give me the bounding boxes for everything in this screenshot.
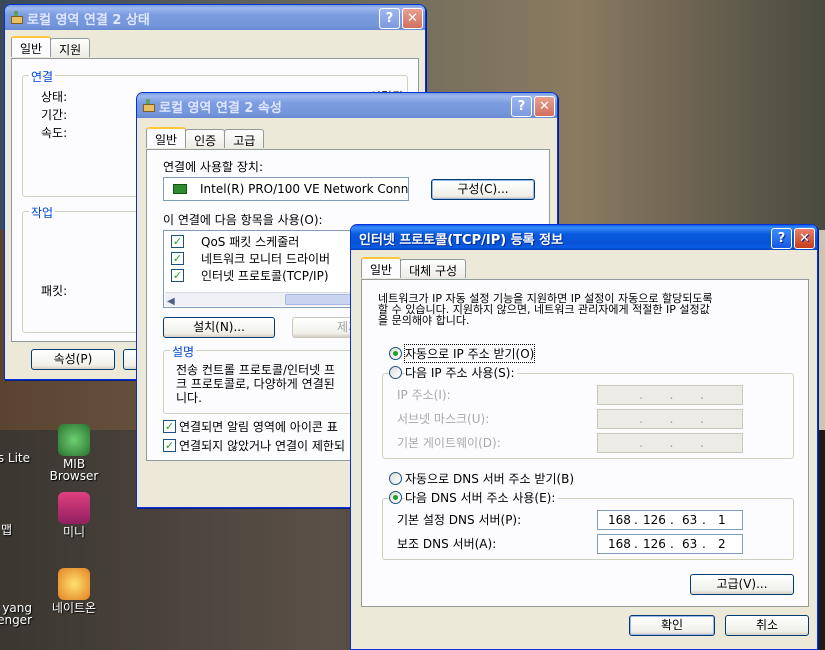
close-button[interactable]: ✕ [402,8,423,29]
preferred-dns-label: 기본 설정 DNS 서버(P): [397,513,522,527]
close-button[interactable]: ✕ [794,228,815,249]
alternate-dns-label: 보조 DNS 서버(A): [397,537,497,551]
packets-label: 패킷: [41,284,68,298]
tab-alternate-configuration[interactable]: 대체 구성 [400,259,467,278]
status-label: 상태: [41,90,68,104]
item-checkbox[interactable]: ✓ [171,235,184,248]
auto-dns-radio[interactable] [389,472,402,485]
desktop-icon-nateon[interactable]: 네이트온 [38,568,110,614]
network-connection-icon [9,10,23,24]
ok-button[interactable]: 확인 [629,615,715,636]
description-line-3: 니다. [176,391,202,405]
item-checkbox[interactable]: ✓ [171,252,184,265]
cancel-button[interactable]: 취소 [725,615,809,636]
alternate-dns-octet-4: 2 [718,537,726,551]
preferred-dns-octet-3: 63 [682,513,698,527]
mini-icon [58,492,90,524]
close-button[interactable]: ✕ [534,96,555,117]
manual-dns-label: 다음 DNS 서버 주소 사용(E): [405,489,559,506]
alternate-dns-field[interactable]: 168 . 126 . 63 . 2 [597,534,743,554]
speed-label: 속도: [41,126,68,140]
alternate-dns-octet-2: 126 [643,537,666,551]
network-connection-icon [141,98,155,112]
auto-ip-radio[interactable] [389,347,402,360]
tab-general[interactable]: 일반 [146,127,187,148]
manual-dns-group: 다음 DNS 서버 주소 사용(E): 기본 설정 DNS 서버(P): 168… [382,489,794,560]
subnet-mask-label: 서브넷 마스크(U): [397,412,490,426]
tab-authentication[interactable]: 인증 [185,129,226,148]
tab-general[interactable]: 일반 [11,36,52,57]
notify-limited-label: 연결되지 않았거나 연결이 제한되 [179,439,346,453]
show-icon-checkbox[interactable]: ✓ [163,420,176,433]
tab-advanced[interactable]: 고급 [224,129,265,148]
auto-dns-label: 자동으로 DNS 서버 주소 받기(B) [405,472,575,486]
preferred-dns-field[interactable]: 168 . 126 . 63 . 1 [597,510,743,530]
scroll-left-icon[interactable]: ◀ [167,293,175,307]
properties-window-titlebar[interactable]: 로컬 영역 연결 2 속성 ? ✕ [137,93,557,118]
tab-support[interactable]: 지원 [50,38,91,57]
help-button[interactable]: ? [511,96,532,117]
desktop-icon-mini[interactable]: 미니 [38,492,110,538]
ip-address-field[interactable]: . . . [597,385,743,405]
alternate-dns-octet-1: 168 [608,537,631,551]
tcpip-window-titlebar[interactable]: 인터넷 프로토콜(TCP/IP) 등록 정보 ? ✕ [351,225,817,250]
show-icon-label: 연결되면 알림 영역에 아이콘 표 [179,420,338,434]
help-button[interactable]: ? [379,8,400,29]
preferred-dns-octet-2: 126 [643,513,666,527]
advanced-button[interactable]: 고급(V)... [690,574,794,595]
desktop-icon-mon-lite[interactable]: MON s Lite [0,452,30,464]
default-gateway-label: 기본 게이트웨이(D): [397,436,501,450]
duration-label: 기간: [41,108,68,122]
manual-ip-group: 다음 IP 주소 사용(S): IP 주소(I): . . . 서브넷 마스크(… [382,364,794,459]
alternate-dns-octet-3: 63 [682,537,698,551]
install-button[interactable]: 설치(N)... [163,317,275,338]
manual-ip-radio[interactable] [389,366,402,379]
device-field: Intel(R) PRO/100 VE Network Conne [163,177,409,201]
nateon-icon [58,568,90,600]
properties-button[interactable]: 속성(P) [31,349,115,370]
tcpip-window: 인터넷 프로토콜(TCP/IP) 등록 정보 ? ✕ 일반 대체 구성 네트워크… [350,224,818,650]
default-gateway-field[interactable]: . . . [597,433,743,453]
status-window-titlebar[interactable]: 로컬 영역 연결 2 상태 ? ✕ [5,5,425,30]
items-label: 이 연결에 다음 항목을 사용(O): [163,213,323,227]
item-checkbox[interactable]: ✓ [171,269,184,282]
tab-general[interactable]: 일반 [361,257,402,278]
network-card-icon [173,184,187,194]
configure-button[interactable]: 구성(C)... [431,179,535,200]
desktop-icon-yang-enger[interactable]: yang enger [0,602,32,626]
tcpip-tab-panel: 네트워크가 IP 자동 설정 기능을 지원하면 IP 설정이 자동으로 할당되도… [361,279,809,607]
notify-limited-checkbox[interactable]: ✓ [163,439,176,452]
auto-ip-label: 자동으로 IP 주소 받기(O) [403,344,536,363]
manual-dns-radio[interactable] [389,491,402,504]
manual-ip-label: 다음 IP 주소 사용(S): [405,364,518,381]
preferred-dns-octet-1: 168 [608,513,631,527]
device-label: 연결에 사용할 장치: [163,160,263,174]
intro-line-3: 을 문의해야 합니다. [378,314,470,327]
mib-browser-icon [58,424,90,456]
help-button[interactable]: ? [771,228,792,249]
subnet-mask-field[interactable]: . . . [597,409,743,429]
desktop-icon-map[interactable]: 맵 [0,524,12,536]
preferred-dns-octet-4: 1 [718,513,726,527]
desktop-icon-mib-browser[interactable]: MIB Browser [38,424,110,482]
ip-address-label: IP 주소(I): [397,388,451,402]
